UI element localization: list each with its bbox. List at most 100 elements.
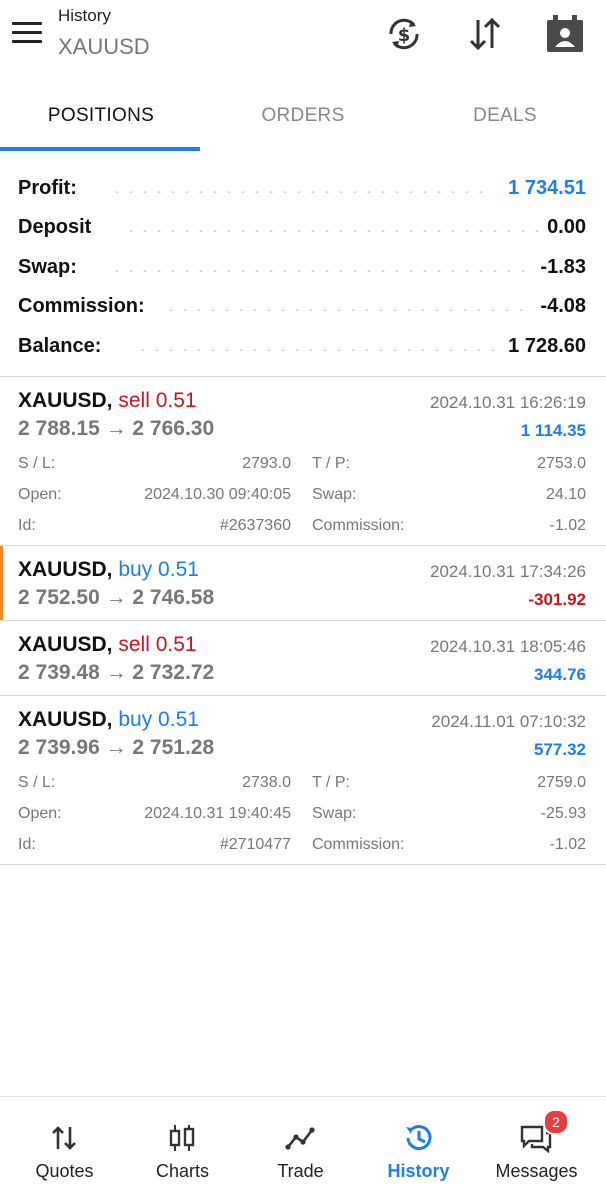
position-prices: 2 788.15 → 2 766.30 xyxy=(18,417,215,440)
account-icon[interactable] xyxy=(545,14,585,54)
trade-icon xyxy=(285,1127,315,1150)
id-label: Id: xyxy=(18,517,36,534)
sort-icon[interactable] xyxy=(465,14,505,54)
sl-label: S / L: xyxy=(18,774,56,791)
position-side: sell 0.51 xyxy=(118,633,197,656)
history-icon xyxy=(406,1125,432,1151)
summary-label: Deposit xyxy=(18,216,98,239)
position-side: buy 0.51 xyxy=(118,708,199,731)
summary-label: Swap: xyxy=(18,256,83,279)
tp-label: T / P: xyxy=(312,455,350,472)
nav-trade[interactable]: Trade xyxy=(240,1097,361,1200)
nav-charts[interactable]: Charts xyxy=(122,1097,243,1200)
position-datetime: 2024.10.31 16:26:19 xyxy=(430,393,586,412)
position-symbol: XAUUSD, sell 0.51 xyxy=(18,389,197,413)
commission-label: Commission: xyxy=(312,836,405,853)
sl-value: 2738.0 xyxy=(242,774,291,791)
app-header: History XAUUSD $ xyxy=(0,0,606,80)
position-item[interactable]: XAUUSD, sell 0.51 2024.10.31 18:05:46 2 … xyxy=(0,621,606,695)
tab-bar: POSITIONS ORDERS DEALS xyxy=(0,84,606,152)
tab-orders[interactable]: ORDERS xyxy=(202,84,404,148)
symbol-text: XAUUSD, xyxy=(18,633,113,656)
nav-label: Charts xyxy=(155,1161,209,1181)
swap-label: Swap: xyxy=(312,486,357,503)
position-symbol: XAUUSD, sell 0.51 xyxy=(18,633,197,657)
selected-marker xyxy=(0,546,3,620)
commission-value: -1.02 xyxy=(549,836,586,853)
sl-label: S / L: xyxy=(18,455,56,472)
position-symbol: XAUUSD, buy 0.51 xyxy=(18,558,199,582)
header-subtitle: History xyxy=(58,6,111,25)
tp-value: 2753.0 xyxy=(537,455,586,472)
unread-badge: 2 xyxy=(543,1109,569,1135)
summary-balance-row: Balance: 1 728.60 xyxy=(18,327,586,367)
position-prices: 2 752.50 → 2 746.58 xyxy=(18,586,215,609)
position-datetime: 2024.10.31 18:05:46 xyxy=(430,637,586,656)
position-prices: 2 739.96 → 2 751.28 xyxy=(18,736,215,759)
nav-label: History xyxy=(387,1161,450,1181)
position-side: buy 0.51 xyxy=(118,558,199,581)
charts-icon xyxy=(169,1125,195,1151)
nav-label: Trade xyxy=(277,1161,324,1181)
nav-label: Messages xyxy=(495,1161,578,1181)
tab-deals[interactable]: DEALS xyxy=(404,84,606,148)
symbol-text: XAUUSD, xyxy=(18,558,113,581)
leader-dots xyxy=(124,230,544,232)
position-prices: 2 739.48 → 2 732.72 xyxy=(18,661,215,684)
commission-value: -1.02 xyxy=(549,517,586,534)
position-datetime: 2024.11.01 07:10:32 xyxy=(431,712,586,731)
summary-profit-value: 1 734.51 xyxy=(502,177,586,200)
position-item[interactable]: XAUUSD, buy 0.51 2024.10.31 17:34:26 2 7… xyxy=(0,546,606,620)
open-value: 2024.10.30 09:40:05 xyxy=(144,486,291,503)
position-profit: 577.32 xyxy=(534,740,586,759)
active-tab-indicator xyxy=(0,147,200,151)
swap-value: -25.93 xyxy=(540,805,586,822)
leader-dots xyxy=(110,270,538,272)
summary-label: Balance: xyxy=(18,335,108,358)
summary-label: Commission: xyxy=(18,295,151,318)
summary-commission-row: Commission: -4.08 xyxy=(18,287,586,327)
header-title[interactable]: XAUUSD xyxy=(58,34,150,60)
summary-balance-value: 1 728.60 xyxy=(502,335,586,358)
position-side: sell 0.51 xyxy=(118,389,197,412)
position-profit: 1 114.35 xyxy=(520,421,586,440)
svg-text:$: $ xyxy=(398,25,411,46)
summary-label: Profit: xyxy=(18,177,83,200)
position-item[interactable]: XAUUSD, sell 0.51 2024.10.31 16:26:19 2 … xyxy=(0,377,606,545)
nav-messages[interactable]: 2 Messages xyxy=(476,1097,597,1200)
nav-history[interactable]: History xyxy=(358,1097,479,1200)
summary-profit-row: Profit: 1 734.51 xyxy=(18,169,586,209)
nav-quotes[interactable]: Quotes xyxy=(4,1097,125,1200)
quotes-icon xyxy=(52,1126,76,1150)
open-value: 2024.10.31 19:40:45 xyxy=(144,805,291,822)
symbol-text: XAUUSD, xyxy=(18,708,113,731)
summary-commission-value: -4.08 xyxy=(534,295,586,318)
summary-swap-value: -1.83 xyxy=(534,256,586,279)
menu-icon[interactable] xyxy=(12,22,42,46)
nav-label: Quotes xyxy=(35,1161,94,1181)
bottom-nav: Quotes Charts Trade History 2 Messages xyxy=(0,1096,606,1200)
tp-value: 2759.0 xyxy=(537,774,586,791)
leader-dots xyxy=(136,349,496,351)
summary-swap-row: Swap: -1.83 xyxy=(18,248,586,288)
swap-label: Swap: xyxy=(312,805,357,822)
position-profit: -301.92 xyxy=(528,590,586,609)
symbol-text: XAUUSD, xyxy=(18,389,113,412)
summary-deposit-value: 0.00 xyxy=(541,216,586,239)
open-label: Open: xyxy=(18,486,62,503)
id-label: Id: xyxy=(18,836,36,853)
tp-label: T / P: xyxy=(312,774,350,791)
id-value: #2710477 xyxy=(219,836,291,853)
leader-dots xyxy=(110,191,490,193)
position-symbol: XAUUSD, buy 0.51 xyxy=(18,708,199,732)
position-profit: 344.76 xyxy=(534,665,586,684)
currency-refresh-icon[interactable]: $ xyxy=(384,14,424,54)
divider xyxy=(0,864,606,865)
id-value: #2637360 xyxy=(219,517,291,534)
position-datetime: 2024.10.31 17:34:26 xyxy=(430,562,586,581)
tab-positions[interactable]: POSITIONS xyxy=(0,84,202,148)
commission-label: Commission: xyxy=(312,517,405,534)
open-label: Open: xyxy=(18,805,62,822)
position-item[interactable]: XAUUSD, buy 0.51 2024.11.01 07:10:32 2 7… xyxy=(0,696,606,864)
summary-deposit-row: Deposit 0.00 xyxy=(18,208,586,248)
